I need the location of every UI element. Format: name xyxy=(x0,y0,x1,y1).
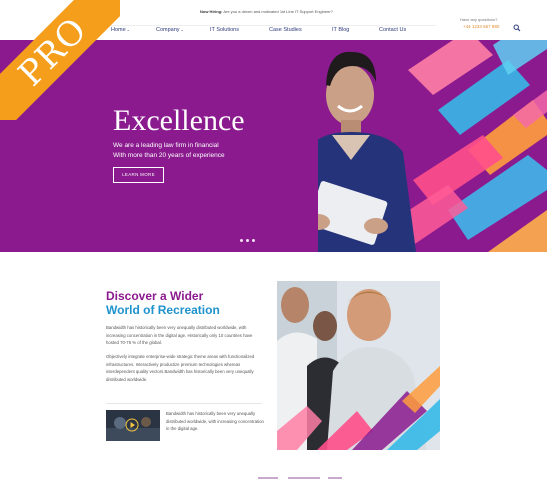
chevron-down-icon: ⌄ xyxy=(180,27,184,32)
hiring-notice[interactable]: Now Hiring: Are you a driven and motivat… xyxy=(200,9,333,14)
nav-item-label: Case Studies xyxy=(269,27,302,33)
nav-item-case-studies[interactable]: Case Studies xyxy=(269,27,302,33)
chevron-down-icon: ⌄ xyxy=(126,27,131,32)
slider-dot[interactable] xyxy=(240,239,243,242)
about-paragraph: Bandwidth has historically been very une… xyxy=(106,325,253,345)
pro-label: PRO xyxy=(10,9,96,95)
pro-ribbon: PRO xyxy=(0,0,120,120)
section-title-line: World of Recreation xyxy=(106,303,220,317)
about-paragraph: Objectively integrate enterprise-wide st… xyxy=(106,354,255,382)
nav-item-it-blog[interactable]: IT Blog xyxy=(332,27,349,33)
nav-item-label: Contact Us xyxy=(379,27,407,33)
hiring-label: Now Hiring: xyxy=(200,9,223,14)
search-icon[interactable] xyxy=(513,19,521,32)
video-thumbnail[interactable] xyxy=(106,410,160,441)
hero-subtitle-line: We are a leading law firm in financial xyxy=(113,142,219,149)
section-title-line: Discover a Wider xyxy=(106,289,204,303)
phone-number[interactable]: +44 1234 567 890 xyxy=(463,24,499,29)
hero-title: Excellence xyxy=(113,104,245,137)
nav-item-label: IT Blog xyxy=(332,27,350,33)
nav-item-it-solutions[interactable]: IT Solutions xyxy=(210,27,239,33)
pro-ribbon-band: PRO xyxy=(0,0,120,120)
nav-item-company[interactable]: Company⌄ xyxy=(156,27,184,33)
nav-divider xyxy=(106,25,436,26)
nav-item-label: IT Solutions xyxy=(210,27,239,33)
nav-item-contact-us[interactable]: Contact Us xyxy=(379,27,406,33)
hero-subtitle-line: With more than 20 years of experience xyxy=(113,152,225,159)
hero-subtitle: We are a leading law firm in financial W… xyxy=(113,141,273,161)
learn-more-button[interactable]: LEARN MORE xyxy=(113,167,164,183)
main-nav: Home⌄ Company⌄ IT Solutions Case Studies… xyxy=(106,27,436,39)
hiring-text: Are you a driven and motivated 1st Line … xyxy=(223,9,333,14)
next-section-title-peek xyxy=(258,477,342,479)
divider xyxy=(106,403,262,404)
slider-dot[interactable] xyxy=(252,239,255,242)
video-caption: Bandwidth has historically been very une… xyxy=(166,411,264,431)
hero-image xyxy=(318,40,547,252)
slider-dot[interactable] xyxy=(246,239,249,242)
section-title: Discover a Wider World of Recreation xyxy=(106,289,220,317)
nav-item-label: Company xyxy=(156,27,180,33)
team-photo xyxy=(277,281,440,450)
questions-label: Have any questions? xyxy=(460,17,498,22)
